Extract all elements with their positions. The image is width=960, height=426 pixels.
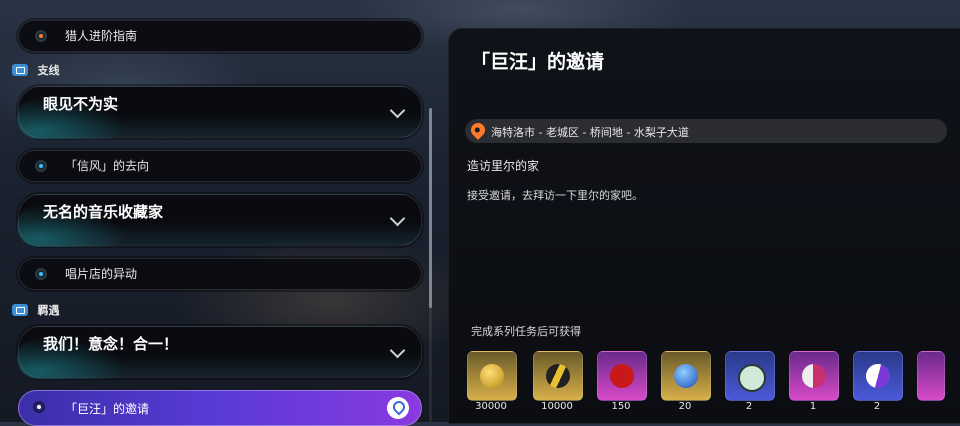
quest-status-dot-icon xyxy=(35,160,47,172)
reward-item[interactable] xyxy=(597,351,647,401)
reward-count: 20 xyxy=(678,401,692,412)
quest-title: 「巨汪」的邀请 xyxy=(471,51,605,73)
chevron-down-icon[interactable] xyxy=(389,102,406,119)
quest-status-dot-icon xyxy=(35,268,47,280)
quest-group-title: 我们！意念！合一！ xyxy=(43,335,179,353)
quest-item-label: 唱片店的异动 xyxy=(65,267,138,281)
scrollbar[interactable] xyxy=(429,108,432,422)
quest-group-title: 无名的音乐收藏家 xyxy=(43,203,164,221)
quest-group-encounter[interactable]: 我们！意念！合一！ xyxy=(17,326,422,379)
location-bar[interactable]: 海特洛市 - 老城区 - 桥间地 - 水梨子大道 xyxy=(465,119,947,143)
section-tag-icon xyxy=(12,64,28,76)
section-header-encounter: 羁遇 xyxy=(12,302,60,318)
quest-item-side-1[interactable]: 「信风」的去向 xyxy=(18,150,422,182)
scrollbar-thumb[interactable] xyxy=(429,108,432,308)
section-label: 羁遇 xyxy=(37,304,60,317)
reward-count: 30000 xyxy=(475,401,507,412)
red-emblem-icon xyxy=(610,364,634,388)
gold-coin-icon xyxy=(480,364,504,388)
quest-group-title: 眼见不为实 xyxy=(43,95,119,113)
quest-group-side-1[interactable]: 眼见不为实 xyxy=(17,86,422,139)
quest-status-dot-icon xyxy=(35,30,47,42)
reward-item[interactable] xyxy=(467,351,517,401)
reward-count: 2 xyxy=(873,401,881,412)
section-label: 支线 xyxy=(37,64,60,77)
reward-item[interactable] xyxy=(533,351,583,401)
reward-count: 2 xyxy=(745,401,753,412)
reward-item-partial[interactable] xyxy=(917,351,945,401)
reward-item[interactable] xyxy=(661,351,711,401)
quest-item-main[interactable]: 猎人进阶指南 xyxy=(18,20,422,52)
quest-list-panel: 猎人进阶指南 支线 眼见不为实 「信风」的去向 无名的音乐收藏家 唱片店的异动 … xyxy=(0,0,440,426)
chevron-down-icon[interactable] xyxy=(389,210,406,227)
quest-item-side-2[interactable]: 唱片店的异动 xyxy=(18,258,422,290)
quest-item-label: 猎人进阶指南 xyxy=(65,29,138,43)
map-pin-icon xyxy=(468,120,488,140)
disc-pack-icon xyxy=(738,364,766,392)
quest-item-label: 「巨汪」的邀请 xyxy=(65,402,150,416)
location-text: 海特洛市 - 老城区 - 桥间地 - 水梨子大道 xyxy=(491,126,689,139)
location-pin-icon[interactable] xyxy=(387,397,409,419)
reward-item[interactable] xyxy=(725,351,775,401)
section-header-side: 支线 xyxy=(12,62,60,78)
card-ticket-icon xyxy=(542,360,574,392)
chevron-down-icon[interactable] xyxy=(389,342,406,359)
quest-item-selected[interactable]: 「巨汪」的邀请 xyxy=(18,390,422,426)
reward-item[interactable] xyxy=(853,351,903,401)
reward-count: 150 xyxy=(611,401,631,412)
tube-item-icon xyxy=(861,359,895,393)
quest-group-side-2[interactable]: 无名的音乐收藏家 xyxy=(17,194,422,247)
quest-objective: 造访里尔的家 xyxy=(467,159,540,173)
rewards-row: 30000 10000 150 20 2 1 2 xyxy=(467,351,945,413)
section-tag-icon xyxy=(12,304,28,316)
reward-item[interactable] xyxy=(789,351,839,401)
reward-count: 1 xyxy=(809,401,817,412)
quest-description: 接受邀请，去拜访一下里尔的家吧。 xyxy=(467,189,643,202)
reward-count: 10000 xyxy=(541,401,573,412)
quest-detail-panel: 「巨汪」的邀请 海特洛市 - 老城区 - 桥间地 - 水梨子大道 造访里尔的家 … xyxy=(448,28,960,424)
rewards-header: 完成系列任务后可获得 xyxy=(471,325,581,338)
card-pack-icon xyxy=(802,364,826,388)
quest-item-label: 「信风」的去向 xyxy=(65,159,150,173)
blue-sphere-icon xyxy=(674,364,698,388)
quest-status-dot-icon xyxy=(33,401,45,413)
